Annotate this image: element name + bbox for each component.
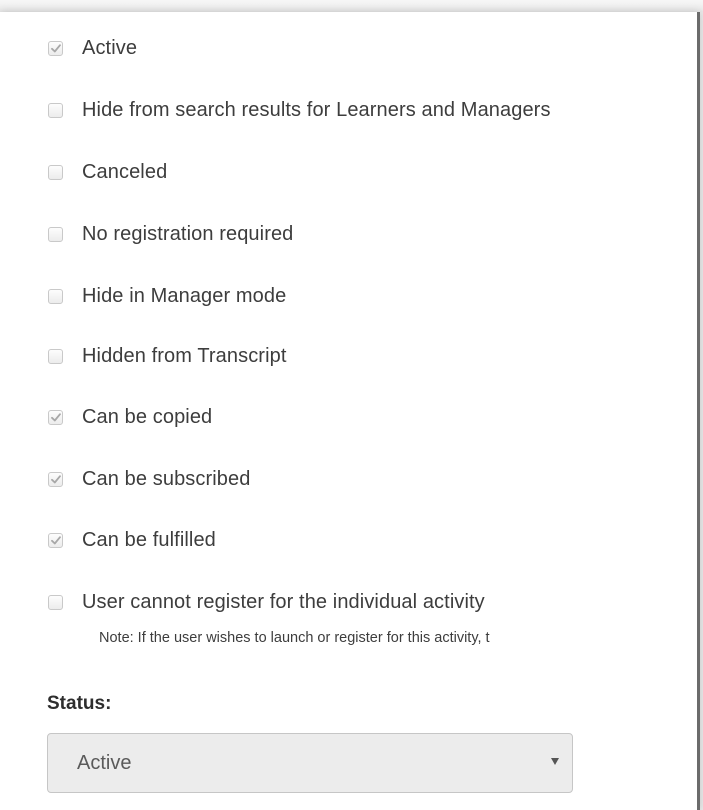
option-label: No registration required bbox=[82, 222, 294, 245]
checkbox-checked[interactable] bbox=[48, 40, 63, 56]
option-label: Canceled bbox=[82, 160, 168, 183]
checkbox[interactable] bbox=[48, 164, 63, 180]
checkbox[interactable] bbox=[48, 348, 63, 364]
option-label: Hide in Manager mode bbox=[82, 284, 287, 307]
checkbox-checked[interactable] bbox=[48, 471, 63, 487]
checkbox[interactable] bbox=[48, 102, 63, 118]
checkbox-checked[interactable] bbox=[48, 532, 63, 548]
status-label: Status: bbox=[47, 693, 112, 714]
checkmark-icon bbox=[50, 412, 61, 421]
option-label: Active bbox=[82, 36, 138, 59]
option-label: Hidden from Transcript bbox=[82, 344, 287, 367]
option-active[interactable]: Active bbox=[48, 36, 137, 60]
option-label: User cannot register for the individual … bbox=[82, 590, 485, 613]
checkbox[interactable] bbox=[48, 594, 63, 610]
registration-note: Note: If the user wishes to launch or re… bbox=[99, 630, 490, 646]
option-canceled[interactable]: Canceled bbox=[48, 160, 167, 184]
option-label: Can be subscribed bbox=[82, 467, 251, 490]
option-hidden-from-transcript[interactable]: Hidden from Transcript bbox=[48, 344, 287, 368]
checkbox[interactable] bbox=[48, 226, 63, 242]
option-can-be-subscribed[interactable]: Can be subscribed bbox=[48, 467, 250, 491]
caret-down-icon bbox=[551, 758, 559, 765]
option-hide-manager-mode[interactable]: Hide in Manager mode bbox=[48, 284, 286, 308]
checkbox[interactable] bbox=[48, 288, 63, 304]
checkmark-icon bbox=[50, 535, 61, 544]
option-no-registration[interactable]: No registration required bbox=[48, 222, 293, 246]
status-selected-value: Active bbox=[77, 751, 132, 774]
option-hide-from-search[interactable]: Hide from search results for Learners an… bbox=[48, 98, 551, 122]
option-label: Can be copied bbox=[82, 405, 213, 428]
checkbox-checked[interactable] bbox=[48, 409, 63, 425]
status-select[interactable]: Active bbox=[47, 733, 573, 793]
checkmark-icon bbox=[50, 474, 61, 483]
option-can-be-fulfilled[interactable]: Can be fulfilled bbox=[48, 528, 216, 552]
option-label: Can be fulfilled bbox=[82, 528, 216, 551]
window-top-strip bbox=[0, 0, 703, 12]
option-user-cannot-register[interactable]: User cannot register for the individual … bbox=[48, 590, 485, 614]
option-label: Hide from search results for Learners an… bbox=[82, 98, 551, 121]
checkmark-icon bbox=[50, 43, 61, 52]
option-can-be-copied[interactable]: Can be copied bbox=[48, 405, 212, 429]
